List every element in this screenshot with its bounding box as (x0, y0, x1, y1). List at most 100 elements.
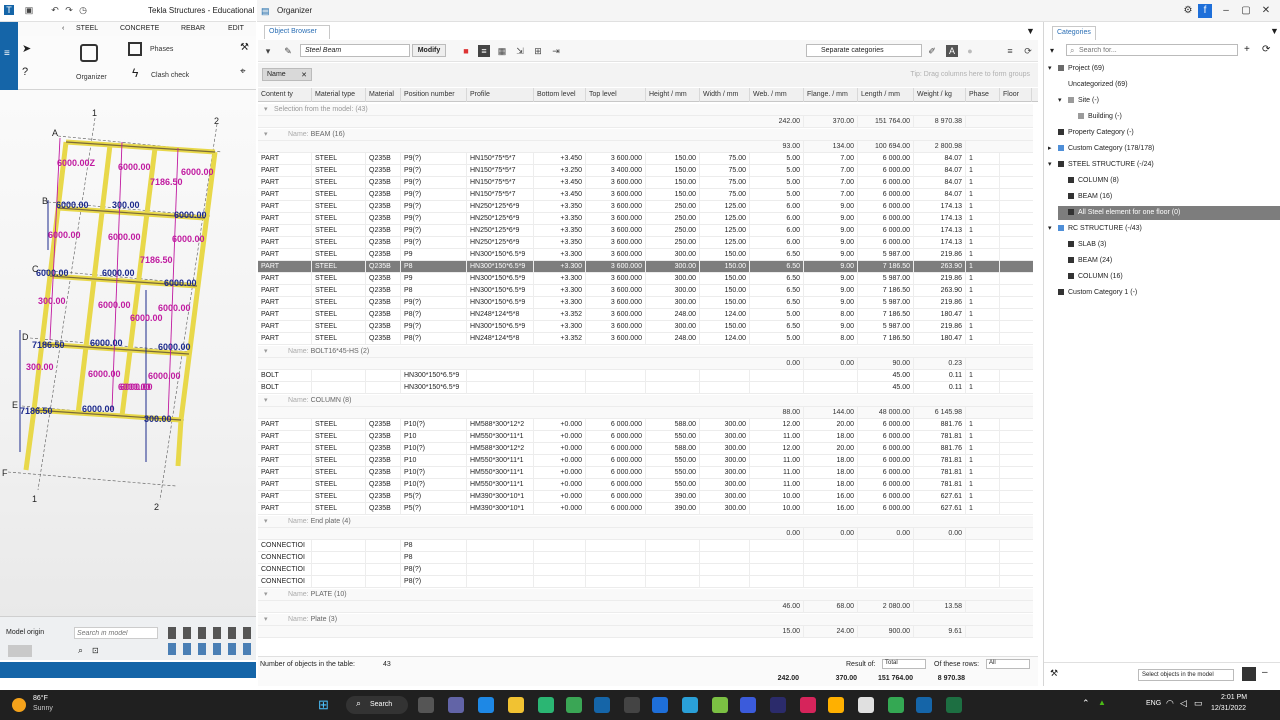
table-row[interactable]: BOLT HN300*150*6.5*9 45.00 0.11 1 (258, 370, 1033, 382)
language-indicator[interactable]: ENG (1146, 700, 1161, 707)
menu-concrete[interactable]: CONCRETE (120, 25, 159, 32)
tree-expand-icon[interactable]: ▾ (1048, 158, 1058, 172)
export-icon[interactable]: ⇲ (514, 45, 526, 57)
column-header[interactable]: Web. / mm (750, 88, 804, 102)
column-header[interactable]: Phase (966, 88, 1000, 102)
minimize-icon[interactable]: – (1219, 4, 1233, 18)
ribbon-tool-icon[interactable]: ⚒ (240, 42, 249, 53)
table-row[interactable]: PART STEEL Q235B P8(?) HN248*124*5*8 +3.352 3 … (258, 309, 1033, 321)
selection-group-row[interactable]: ▾ Selection from the model: (43) (258, 104, 1033, 116)
model-viewport[interactable]: 6000.00Z 6000.00 6000.00 7186.50 6000.00 300.… (0, 90, 256, 616)
category-item[interactable]: BEAM (24) (1058, 254, 1280, 268)
organizer-taskbar-icon[interactable] (916, 697, 932, 713)
selection-dropdown[interactable]: Steel Beam (300, 44, 410, 57)
table-row[interactable]: PART STEEL Q235B P8 HN300*150*6.5*9 +3.300 3 6… (258, 285, 1033, 297)
view-toggle-buttons[interactable] (8, 645, 32, 657)
tree-expand-icon[interactable]: ▾ (1058, 94, 1068, 108)
clock-date[interactable]: 12/31/2022 (1211, 705, 1246, 712)
chrome-icon[interactable] (888, 697, 904, 713)
tree-expand-icon[interactable]: ▾ (1048, 222, 1058, 236)
tree-expand-icon[interactable]: ▸ (1048, 142, 1058, 156)
zoom-icon[interactable]: ⊡ (92, 646, 99, 655)
table-row[interactable]: PART STEEL Q235B P5(?) HM390*300*10*1 +0.000 6… (258, 491, 1033, 503)
table-row[interactable]: PART STEEL Q235B P9(?) HN300*150*6.5*9 +3.300… (258, 297, 1033, 309)
app4-icon[interactable] (652, 697, 668, 713)
help-select-icon[interactable]: ? (22, 66, 28, 78)
category-item[interactable]: ▾ Project (69) (1048, 62, 1280, 76)
table-row[interactable]: PART STEEL Q235B P9 HN300*150*6.5*9 +3.300 3 6… (258, 273, 1033, 285)
app3-icon[interactable] (624, 697, 640, 713)
jump-icon[interactable]: ⇥ (550, 45, 562, 57)
group-row[interactable]: ▾ Name: BOLT16*45-HS (2) (258, 346, 1033, 358)
table-row[interactable]: PART STEEL Q235B P10(?) HM588*300*12*2 +0.000… (258, 443, 1033, 455)
edge-icon[interactable] (478, 697, 494, 713)
column-header[interactable]: Content ty (258, 88, 312, 102)
close-icon[interactable]: ✕ (1259, 4, 1273, 18)
table-row[interactable]: PART STEEL Q235B P9(?) HN150*75*5*7 +3.250 3 4… (258, 165, 1033, 177)
tray-icon-1[interactable]: ▲ (1098, 698, 1106, 707)
tekla-taskbar-icon[interactable] (594, 697, 610, 713)
expand-icon[interactable]: ▾ (264, 129, 268, 141)
table-row[interactable]: PART STEEL Q235B P9 HN300*150*6.5*9 +3.300 3 6… (258, 249, 1033, 261)
menu-back-icon[interactable]: ‹ (62, 25, 64, 32)
column-header[interactable]: Material (366, 88, 401, 102)
select-arrow-icon[interactable]: ➤ (22, 42, 31, 55)
volume-icon[interactable]: ◁ (1180, 698, 1187, 709)
model-origin-label[interactable]: Model origin (6, 629, 44, 636)
of-these-rows-select[interactable]: All (986, 659, 1030, 669)
separate-categories-dropdown[interactable]: Separate categories (806, 44, 922, 57)
expand-icon[interactable]: ▾ (264, 104, 268, 116)
menu-edit[interactable]: EDIT (228, 25, 244, 32)
category-item[interactable]: COLUMN (8) (1058, 174, 1280, 188)
app7-icon[interactable] (740, 697, 756, 713)
app1-icon[interactable] (538, 697, 554, 713)
category-item[interactable]: Uncategorized (69) (1058, 78, 1280, 92)
table-row[interactable]: PART STEEL Q235B P9(?) HN250*125*6*9 +3.350 3 … (258, 213, 1033, 225)
snap-toolbar[interactable] (168, 627, 252, 639)
expand-icon[interactable]: ▾ (264, 589, 268, 601)
app8-icon[interactable] (770, 697, 786, 713)
survey-icon[interactable]: ⌖ (240, 66, 246, 77)
organizer-icon[interactable] (80, 44, 98, 62)
dim-icon[interactable]: ● (964, 45, 976, 57)
filter-icon[interactable]: ⊞ (532, 45, 544, 57)
settings-icon[interactable]: ⚙ (1181, 4, 1195, 18)
select-in-model-icon[interactable] (1242, 667, 1256, 681)
column-header[interactable]: Flange. / mm (804, 88, 858, 102)
table-row[interactable]: BOLT HN300*150*6.5*9 45.00 0.11 1 (258, 382, 1033, 394)
app2-icon[interactable] (566, 697, 582, 713)
search-in-model-input[interactable] (74, 627, 158, 639)
column-header[interactable]: Weight / kg (914, 88, 966, 102)
app5-icon[interactable] (682, 697, 698, 713)
model-3d-view[interactable]: 6000.00Z 6000.00 6000.007186.506000.00 300.… (0, 90, 256, 616)
table-row[interactable]: CONNECTIOI P8(?) (258, 576, 1033, 588)
teams-icon[interactable] (448, 697, 464, 713)
categories-footer-minimize-icon[interactable]: – (1262, 667, 1268, 678)
menu-steel[interactable]: STEEL (76, 25, 98, 32)
weather-icon[interactable] (12, 698, 26, 712)
clash-check-icon[interactable]: ϟ (132, 66, 138, 80)
category-item[interactable]: ▸ Custom Category (178/178) (1048, 142, 1280, 156)
organizer-label[interactable]: Organizer (76, 74, 107, 81)
taskbar-search[interactable]: ⌕ Search (346, 696, 408, 714)
table-row[interactable]: PART STEEL Q235B P9(?) HN300*150*6.5*9 +3.300… (258, 321, 1033, 333)
battery-icon[interactable]: ▭ (1194, 698, 1203, 709)
category-item[interactable]: ▾ STEEL STRUCTURE (-/24) (1048, 158, 1280, 172)
report-icon[interactable]: ▦ (496, 45, 508, 57)
category-item[interactable]: Building (-) (1068, 110, 1280, 124)
clash-check-label[interactable]: Clash check (151, 72, 189, 79)
app9-icon[interactable] (800, 697, 816, 713)
table-row[interactable]: PART STEEL Q235B P10(?) HM550*300*11*1 +0.000… (258, 467, 1033, 479)
feedback-icon[interactable]: f (1198, 4, 1212, 18)
phases-icon[interactable] (128, 42, 142, 56)
table-row[interactable]: PART STEEL Q235B P8(?) HN248*124*5*8 +3.352 3 … (258, 333, 1033, 345)
table-row[interactable]: PART STEEL Q235B P9(?) HN250*125*6*9 +3.350 3 … (258, 225, 1033, 237)
tab-categories[interactable]: Categories (1052, 26, 1096, 40)
snap-toolbar-2[interactable] (168, 643, 252, 655)
menu-rebar[interactable]: REBAR (181, 25, 205, 32)
undo-icon[interactable]: ↶ (50, 5, 60, 15)
redo-icon[interactable]: ↷ (64, 5, 74, 15)
group-row[interactable]: ▾ Name: BEAM (16) (258, 129, 1033, 141)
category-item[interactable]: SLAB (3) (1058, 238, 1280, 252)
pin-icon[interactable]: ✎ (282, 45, 294, 57)
